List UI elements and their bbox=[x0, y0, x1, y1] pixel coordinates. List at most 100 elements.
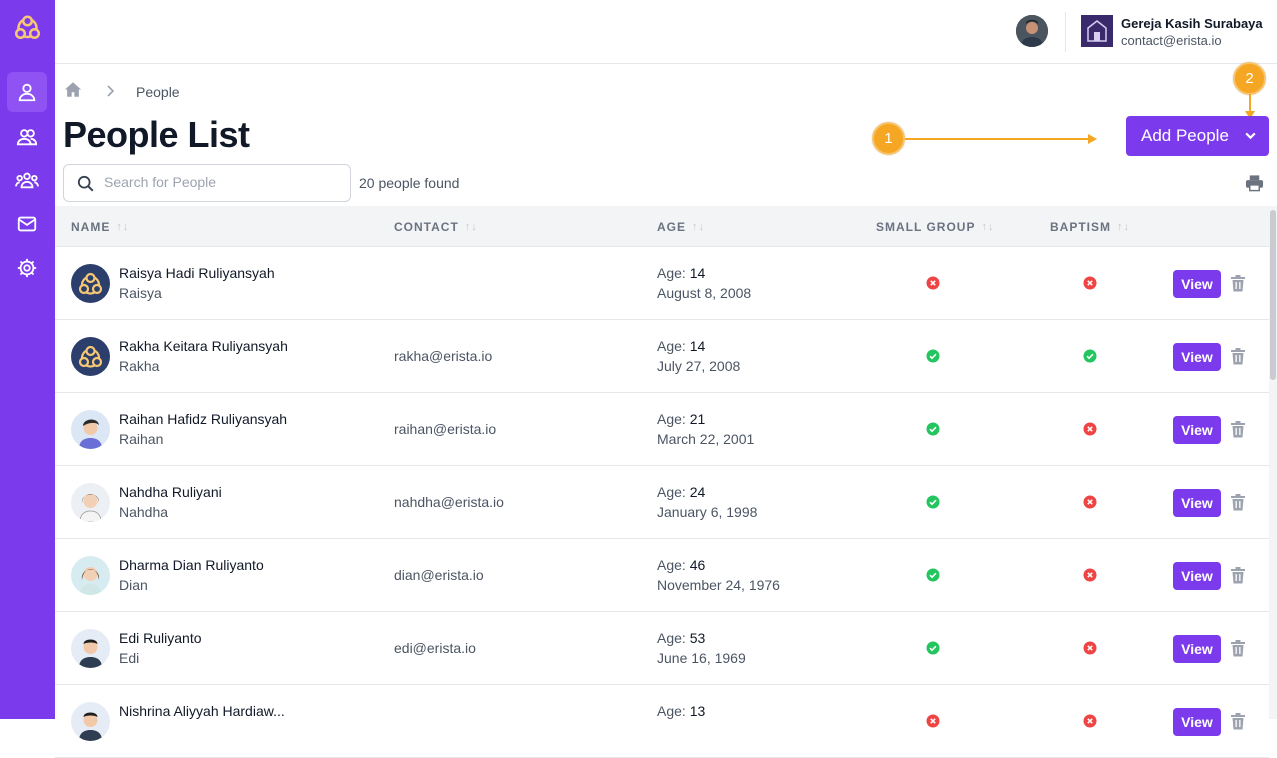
scrollbar-thumb[interactable] bbox=[1270, 210, 1276, 380]
trash-icon[interactable] bbox=[1231, 348, 1245, 370]
add-people-button[interactable]: Add People bbox=[1126, 116, 1269, 156]
person-age: Age: 21 bbox=[657, 411, 705, 427]
age-value: 13 bbox=[689, 703, 706, 719]
table-row[interactable]: Raisya Hadi Ruliyansyah Raisya Age: 14 Augu… bbox=[55, 247, 1269, 320]
chevron-down-icon[interactable] bbox=[1244, 129, 1257, 147]
table-row[interactable]: Nahdha Ruliyani Nahdha nahdha@erista.io Age… bbox=[55, 466, 1269, 539]
org-email: contact@erista.io bbox=[1121, 33, 1222, 48]
sort-icon[interactable]: ↑↓ bbox=[116, 221, 129, 233]
person-age: Age: 46 bbox=[657, 557, 705, 573]
view-button[interactable]: View bbox=[1173, 635, 1221, 663]
top-bar: Gereja Kasih Surabaya contact@erista.io bbox=[55, 0, 1277, 64]
view-button[interactable]: View bbox=[1173, 416, 1221, 444]
avatar[interactable] bbox=[71, 556, 110, 595]
person-email: edi@erista.io bbox=[394, 640, 476, 656]
breadcrumb-current[interactable]: People bbox=[136, 84, 180, 100]
person-name[interactable]: Raisya Hadi Ruliyansyah bbox=[119, 265, 275, 281]
sort-icon[interactable]: ↑↓ bbox=[1117, 221, 1130, 233]
trash-icon[interactable] bbox=[1231, 275, 1245, 297]
home-icon[interactable] bbox=[64, 81, 82, 103]
age-value: 14 bbox=[689, 265, 706, 281]
sort-icon[interactable]: ↑↓ bbox=[692, 221, 705, 233]
view-button[interactable]: View bbox=[1173, 708, 1221, 736]
trash-icon[interactable] bbox=[1231, 567, 1245, 589]
result-count: 20 people found bbox=[359, 175, 460, 191]
x-circle-icon bbox=[926, 714, 940, 728]
person-birthdate: June 16, 1969 bbox=[657, 650, 746, 666]
sort-icon[interactable]: ↑↓ bbox=[465, 221, 478, 233]
column-header-age[interactable]: AGE ↑↓ bbox=[657, 220, 705, 234]
person-name[interactable]: Rakha Keitara Ruliyansyah bbox=[119, 338, 288, 354]
search-input[interactable] bbox=[104, 174, 334, 190]
column-header-baptism[interactable]: BAPTISM ↑↓ bbox=[1050, 220, 1130, 234]
trash-icon[interactable] bbox=[1231, 713, 1245, 735]
table-row[interactable]: Edi Ruliyanto Edi edi@erista.io Age: 53 June… bbox=[55, 612, 1269, 685]
groups-icon bbox=[15, 172, 39, 189]
view-button[interactable]: View bbox=[1173, 270, 1221, 298]
avatar[interactable] bbox=[71, 483, 110, 522]
person-name[interactable]: Dharma Dian Ruliyanto bbox=[119, 557, 264, 573]
person-age: Age: 14 bbox=[657, 338, 705, 354]
sidebar-item-families[interactable] bbox=[7, 117, 47, 157]
x-circle-icon bbox=[1083, 276, 1097, 290]
person-age: Age: 13 bbox=[657, 703, 705, 719]
person-name[interactable]: Nishrina Aliyyah Hardiaw... bbox=[119, 703, 285, 719]
user-avatar[interactable] bbox=[1016, 15, 1048, 47]
avatar[interactable] bbox=[71, 410, 110, 449]
person-birthdate: March 22, 2001 bbox=[657, 431, 755, 447]
person-nickname: Raihan bbox=[119, 431, 164, 447]
age-label: Age: bbox=[657, 557, 686, 573]
person-age: Age: 24 bbox=[657, 484, 705, 500]
person-name[interactable]: Nahdha Ruliyani bbox=[119, 484, 222, 500]
person-age: Age: 53 bbox=[657, 630, 705, 646]
person-name[interactable]: Raihan Hafidz Ruliyansyah bbox=[119, 411, 287, 427]
table-row[interactable]: Raihan Hafidz Ruliyansyah Raihan raihan@er… bbox=[55, 393, 1269, 466]
check-circle-icon bbox=[926, 568, 940, 582]
trash-icon[interactable] bbox=[1231, 494, 1245, 516]
user-icon bbox=[18, 83, 36, 102]
sort-icon[interactable]: ↑↓ bbox=[981, 221, 994, 233]
chevron-right-icon bbox=[106, 84, 115, 100]
age-label: Age: bbox=[657, 338, 686, 354]
x-circle-icon bbox=[926, 276, 940, 290]
table-row[interactable]: Nishrina Aliyyah Hardiaw... Age: 13 View bbox=[55, 685, 1269, 758]
person-birthdate: January 6, 1998 bbox=[657, 504, 758, 520]
age-value: 21 bbox=[689, 411, 706, 427]
org-logo-icon[interactable] bbox=[1081, 15, 1113, 47]
column-header-small-group[interactable]: SMALL GROUP ↑↓ bbox=[876, 220, 994, 234]
age-label: Age: bbox=[657, 484, 686, 500]
callout-arrow bbox=[905, 134, 1097, 144]
sidebar-item-messages[interactable] bbox=[7, 204, 47, 244]
avatar[interactable] bbox=[71, 702, 110, 741]
person-birthdate: November 24, 1976 bbox=[657, 577, 780, 593]
avatar[interactable] bbox=[71, 629, 110, 668]
view-button[interactable]: View bbox=[1173, 343, 1221, 371]
avatar[interactable] bbox=[71, 264, 110, 303]
avatar[interactable] bbox=[71, 337, 110, 376]
person-name[interactable]: Edi Ruliyanto bbox=[119, 630, 202, 646]
app-logo-icon[interactable] bbox=[11, 14, 44, 47]
trash-icon[interactable] bbox=[1231, 421, 1245, 443]
sidebar-item-settings[interactable] bbox=[7, 248, 47, 288]
print-icon[interactable] bbox=[1245, 174, 1264, 197]
page-title: People List bbox=[63, 114, 250, 155]
search-field[interactable] bbox=[63, 164, 351, 202]
gear-icon bbox=[17, 258, 37, 278]
x-circle-icon bbox=[1083, 714, 1097, 728]
person-nickname: Edi bbox=[119, 650, 140, 666]
view-button[interactable]: View bbox=[1173, 562, 1221, 590]
table-row[interactable]: Rakha Keitara Ruliyansyah Rakha rakha@eris… bbox=[55, 320, 1269, 393]
column-header-name[interactable]: NAME ↑↓ bbox=[71, 220, 129, 234]
view-button[interactable]: View bbox=[1173, 489, 1221, 517]
column-header-contact[interactable]: CONTACT ↑↓ bbox=[394, 220, 478, 234]
sidebar-item-people[interactable] bbox=[7, 72, 47, 112]
sidebar-item-groups[interactable] bbox=[7, 160, 47, 200]
person-age: Age: 14 bbox=[657, 265, 705, 281]
age-label: Age: bbox=[657, 703, 686, 719]
x-circle-icon bbox=[1083, 568, 1097, 582]
table-row[interactable]: Dharma Dian Ruliyanto Dian dian@erista.io A… bbox=[55, 539, 1269, 612]
x-circle-icon bbox=[1083, 495, 1097, 509]
trash-icon[interactable] bbox=[1231, 640, 1245, 662]
check-circle-icon bbox=[1083, 349, 1097, 363]
mail-icon bbox=[17, 216, 37, 232]
